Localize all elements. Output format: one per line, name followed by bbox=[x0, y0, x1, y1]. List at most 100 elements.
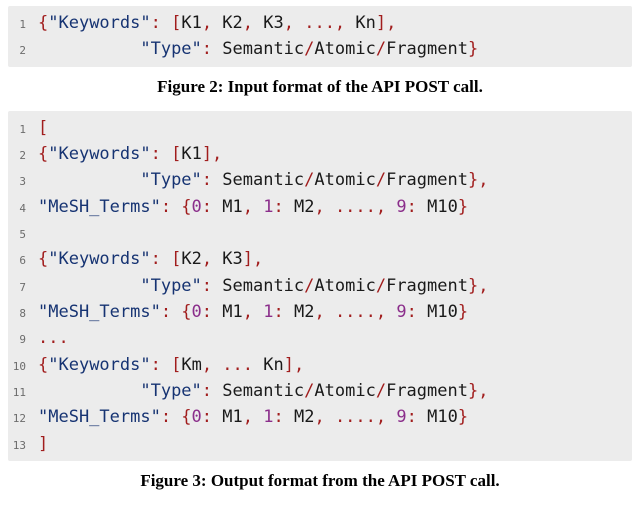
token: } bbox=[458, 407, 468, 427]
line-number: 13 bbox=[8, 437, 38, 454]
figure-2-line: 1{"Keywords": [K1, K2, K3, ..., Kn], bbox=[8, 10, 632, 36]
token: , bbox=[243, 197, 263, 217]
token: : { bbox=[161, 302, 192, 322]
token: M10 bbox=[427, 197, 458, 217]
token: K1 bbox=[181, 13, 201, 33]
token: "MeSH_Terms" bbox=[38, 197, 161, 217]
token bbox=[38, 381, 140, 401]
token: "Type" bbox=[140, 170, 201, 190]
token: : bbox=[202, 407, 222, 427]
line-number: 10 bbox=[8, 358, 38, 375]
token: , bbox=[202, 13, 222, 33]
figure-2: 1{"Keywords": [K1, K2, K3, ..., Kn],2 "T… bbox=[8, 6, 632, 97]
token: : bbox=[202, 276, 222, 296]
token: M10 bbox=[427, 407, 458, 427]
line-number: 1 bbox=[8, 16, 38, 33]
code-text: {"Keywords": [K2, K3], bbox=[38, 246, 263, 272]
token: : { bbox=[161, 197, 192, 217]
figure-3-line: 4"MeSH_Terms": {0: M1, 1: M2, ...., 9: M… bbox=[8, 194, 632, 220]
token bbox=[38, 39, 140, 59]
token: Km bbox=[181, 355, 201, 375]
token: / bbox=[304, 39, 314, 59]
token: ... bbox=[38, 328, 69, 348]
token: 0 bbox=[192, 302, 202, 322]
token: : [ bbox=[151, 249, 182, 269]
token: Atomic bbox=[314, 381, 375, 401]
token: M2 bbox=[294, 407, 314, 427]
token: } bbox=[468, 39, 478, 59]
line-number: 11 bbox=[8, 384, 38, 401]
figure-3-line: 6{"Keywords": [K2, K3], bbox=[8, 246, 632, 272]
figure-3-line: 9... bbox=[8, 325, 632, 351]
token: "MeSH_Terms" bbox=[38, 407, 161, 427]
token: }, bbox=[468, 276, 488, 296]
token: : { bbox=[161, 407, 192, 427]
token: } bbox=[458, 197, 468, 217]
token: / bbox=[376, 276, 386, 296]
line-number: 1 bbox=[8, 121, 38, 138]
token: , bbox=[243, 302, 263, 322]
code-text: {"Keywords": [K1, K2, K3, ..., Kn], bbox=[38, 10, 396, 36]
code-text: "Type": Semantic/Atomic/Fragment}, bbox=[38, 378, 488, 404]
code-text: "MeSH_Terms": {0: M1, 1: M2, ...., 9: M1… bbox=[38, 299, 468, 325]
token: Kn bbox=[263, 355, 283, 375]
token: Fragment bbox=[386, 276, 468, 296]
token bbox=[38, 170, 140, 190]
token: / bbox=[376, 170, 386, 190]
token: ], bbox=[202, 144, 222, 164]
token: : bbox=[202, 39, 222, 59]
token: , bbox=[243, 13, 263, 33]
token: Atomic bbox=[314, 39, 375, 59]
token: K3 bbox=[222, 249, 242, 269]
token: Fragment bbox=[386, 381, 468, 401]
token: ], bbox=[243, 249, 263, 269]
code-text: ] bbox=[38, 431, 48, 457]
token: : bbox=[407, 197, 427, 217]
token: ], bbox=[376, 13, 396, 33]
token: }, bbox=[468, 381, 488, 401]
token: Atomic bbox=[314, 276, 375, 296]
token: Semantic bbox=[222, 170, 304, 190]
line-number: 2 bbox=[8, 147, 38, 164]
token: "Keywords" bbox=[48, 13, 150, 33]
code-text: "Type": Semantic/Atomic/Fragment}, bbox=[38, 167, 488, 193]
token: , ... bbox=[202, 355, 263, 375]
token: { bbox=[38, 249, 48, 269]
line-number: 6 bbox=[8, 252, 38, 269]
figure-2-caption: Figure 2: Input format of the API POST c… bbox=[8, 77, 632, 97]
token: : [ bbox=[151, 13, 182, 33]
token: / bbox=[376, 381, 386, 401]
token bbox=[38, 223, 48, 243]
token: 9 bbox=[396, 302, 406, 322]
figure-2-line: 2 "Type": Semantic/Atomic/Fragment} bbox=[8, 36, 632, 62]
token: { bbox=[38, 13, 48, 33]
code-text: "MeSH_Terms": {0: M1, 1: M2, ...., 9: M1… bbox=[38, 404, 468, 430]
token: "Type" bbox=[140, 39, 201, 59]
line-number: 7 bbox=[8, 279, 38, 296]
token: 1 bbox=[263, 302, 273, 322]
token: , bbox=[202, 249, 222, 269]
code-text: {"Keywords": [K1], bbox=[38, 141, 222, 167]
figure-3-line: 5 bbox=[8, 220, 632, 246]
figure-3-line: 3 "Type": Semantic/Atomic/Fragment}, bbox=[8, 167, 632, 193]
figure-3-code: 1[2{"Keywords": [K1],3 "Type": Semantic/… bbox=[8, 111, 632, 461]
token: : bbox=[407, 302, 427, 322]
token: M2 bbox=[294, 197, 314, 217]
token: K2 bbox=[222, 13, 242, 33]
token: K3 bbox=[263, 13, 283, 33]
line-number: 12 bbox=[8, 410, 38, 427]
code-text bbox=[38, 220, 48, 246]
token: { bbox=[38, 355, 48, 375]
figure-3-line: 11 "Type": Semantic/Atomic/Fragment}, bbox=[8, 378, 632, 404]
figure-3: 1[2{"Keywords": [K1],3 "Type": Semantic/… bbox=[8, 111, 632, 491]
token: , bbox=[243, 407, 263, 427]
token: [ bbox=[38, 118, 48, 138]
token: , ...., bbox=[314, 302, 396, 322]
token: ] bbox=[38, 434, 48, 454]
line-number: 2 bbox=[8, 42, 38, 59]
token: "MeSH_Terms" bbox=[38, 302, 161, 322]
token: : bbox=[274, 302, 294, 322]
token: Semantic bbox=[222, 381, 304, 401]
token: ], bbox=[284, 355, 304, 375]
token: Kn bbox=[355, 13, 375, 33]
